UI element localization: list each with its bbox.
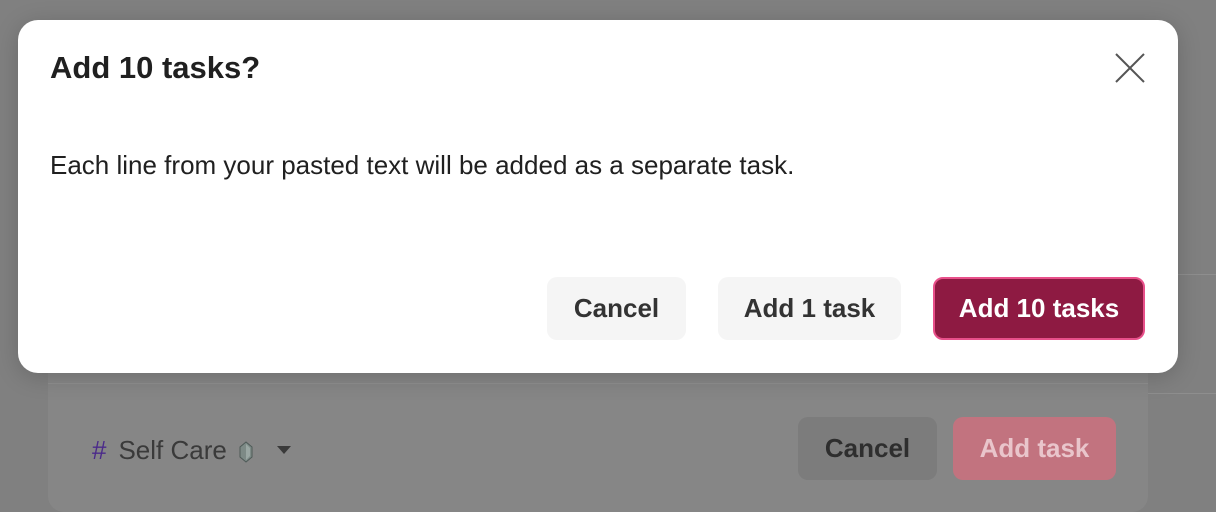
- background-divider: [1148, 393, 1216, 394]
- add-one-task-button[interactable]: Add 1 task: [718, 277, 901, 340]
- dialog-message: Each line from your pasted text will be …: [50, 150, 795, 180]
- cancel-button[interactable]: Cancel: [547, 277, 686, 340]
- add-task-button[interactable]: Add task: [953, 417, 1116, 480]
- dialog-title: Add 10 tasks?: [50, 50, 261, 85]
- close-icon: [1115, 53, 1145, 83]
- close-button[interactable]: [1110, 48, 1150, 88]
- task-editor-cancel-button[interactable]: Cancel: [798, 417, 937, 480]
- gem-icon: [239, 439, 253, 463]
- task-editor-divider: [48, 383, 1148, 384]
- project-selector[interactable]: # Self Care: [92, 430, 291, 470]
- project-name: Self Care: [118, 434, 227, 465]
- add-tasks-dialog: Add 10 tasks? Each line from your pasted…: [18, 20, 1178, 373]
- add-all-tasks-button[interactable]: Add 10 tasks: [933, 277, 1145, 340]
- chevron-down-icon[interactable]: [276, 446, 291, 454]
- project-hash-icon: #: [92, 434, 107, 465]
